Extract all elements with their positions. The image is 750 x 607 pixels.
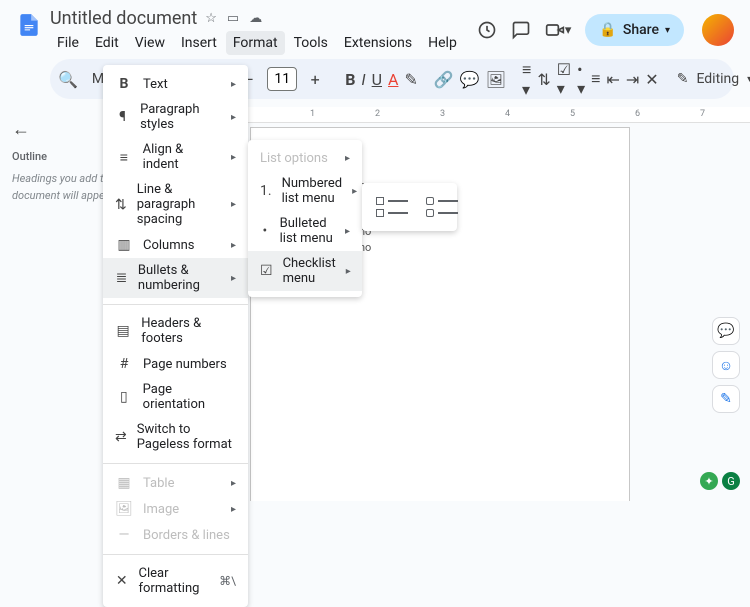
comment-button[interactable]: 💬: [460, 65, 480, 93]
menu-item-text[interactable]: BText▸: [103, 71, 248, 97]
star-icon[interactable]: ☆: [205, 11, 217, 26]
submenu-list-options: List options▸: [248, 146, 362, 171]
menu-item-pageless[interactable]: ⇄Switch to Pageless format: [103, 417, 248, 457]
bold-button[interactable]: B: [345, 65, 355, 93]
checklist-style-2[interactable]: [422, 193, 462, 221]
menu-tools[interactable]: Tools: [287, 31, 335, 55]
underline-button[interactable]: U: [372, 65, 382, 93]
menu-edit[interactable]: Edit: [88, 31, 126, 55]
share-label: Share: [623, 22, 659, 38]
comments-icon[interactable]: [511, 20, 531, 40]
checklist-options-flyout: [362, 183, 457, 231]
checklist-button[interactable]: ☑ ▾: [557, 65, 571, 93]
menu-format[interactable]: Format: [226, 31, 285, 55]
align-button[interactable]: ≡ ▾: [522, 65, 531, 93]
menu-item-page-numbers[interactable]: #Page numbers: [103, 351, 248, 377]
link-button[interactable]: 🔗: [434, 65, 454, 93]
font-size-increase[interactable]: +: [301, 65, 329, 93]
menu-item-line-spacing[interactable]: ⇅Line & paragraph spacing▸: [103, 177, 248, 232]
italic-button[interactable]: I: [361, 65, 365, 93]
explore-badge[interactable]: ✦: [700, 472, 718, 490]
image-button[interactable]: 🖼: [486, 65, 506, 93]
menu-item-borders-lines: —Borders & lines: [103, 522, 248, 548]
grammarly-badge[interactable]: G: [722, 472, 740, 490]
menu-help[interactable]: Help: [421, 31, 464, 55]
bullets-numbering-submenu: List options▸ 1.Numbered list menu▸ •Bul…: [248, 140, 362, 297]
submenu-checklist[interactable]: ☑Checklist menu▸: [248, 251, 362, 291]
highlight-button[interactable]: ✎: [404, 65, 417, 93]
clear-format-button[interactable]: ✕: [645, 65, 658, 93]
side-emoji-button[interactable]: ☺: [712, 351, 740, 379]
history-icon[interactable]: [477, 20, 497, 40]
checklist-style-1[interactable]: [372, 193, 412, 221]
submenu-bulleted-list[interactable]: •Bulleted list menu▸: [248, 211, 362, 251]
text-color-button[interactable]: A: [388, 65, 398, 93]
move-icon[interactable]: ▭: [227, 11, 239, 26]
indent-increase-button[interactable]: ⇥: [626, 65, 639, 93]
avatar[interactable]: [702, 14, 734, 46]
menu-item-paragraph-styles[interactable]: ¶Paragraph styles▸: [103, 97, 248, 137]
menu-file[interactable]: File: [50, 31, 86, 55]
menu-extensions[interactable]: Extensions: [337, 31, 419, 55]
menu-item-columns[interactable]: ▥Columns▸: [103, 232, 248, 258]
menu-item-bullets-numbering[interactable]: ≣Bullets & numbering▸: [103, 258, 248, 298]
side-comment-button[interactable]: 💬: [712, 317, 740, 345]
editing-mode-button[interactable]: ✎ Editing ▾: [665, 65, 750, 93]
menu-item-table: ▦Table▸: [103, 470, 248, 496]
document-title[interactable]: Untitled document: [50, 8, 197, 29]
menu-item-clear-formatting[interactable]: ✕Clear formatting⌘\: [103, 561, 248, 601]
side-suggest-button[interactable]: ✎: [712, 385, 740, 413]
docs-logo[interactable]: [16, 12, 42, 38]
font-size-input[interactable]: [267, 67, 297, 91]
menubar: File Edit View Insert Format Tools Exten…: [50, 31, 469, 55]
lock-icon: 🔒: [599, 22, 616, 38]
line-spacing-button[interactable]: ⇅: [537, 65, 550, 93]
bulleted-list-button[interactable]: • ▾: [577, 65, 585, 93]
share-button[interactable]: 🔒 Share ▾: [585, 14, 684, 46]
search-icon[interactable]: 🔍: [58, 65, 78, 93]
cloud-icon[interactable]: ☁: [249, 11, 262, 26]
chevron-down-icon: ▾: [665, 25, 670, 36]
horizontal-ruler[interactable]: 1 2 3 4 5 6 7: [180, 107, 750, 123]
indent-decrease-button[interactable]: ⇤: [606, 65, 619, 93]
menu-insert[interactable]: Insert: [174, 31, 224, 55]
menu-item-headers-footers[interactable]: ▤Headers & footers: [103, 311, 248, 351]
menu-view[interactable]: View: [128, 31, 172, 55]
pencil-icon: ✎: [677, 71, 689, 87]
submenu-numbered-list[interactable]: 1.Numbered list menu▸: [248, 171, 362, 211]
format-menu-dropdown: BText▸ ¶Paragraph styles▸ ≡Align & inden…: [103, 65, 248, 607]
numbered-list-button[interactable]: ≡: [591, 65, 600, 93]
menu-item-align-indent[interactable]: ≡Align & indent▸: [103, 137, 248, 177]
menu-item-page-orientation[interactable]: ▯Page orientation: [103, 377, 248, 417]
meet-icon[interactable]: ▾: [545, 20, 572, 40]
